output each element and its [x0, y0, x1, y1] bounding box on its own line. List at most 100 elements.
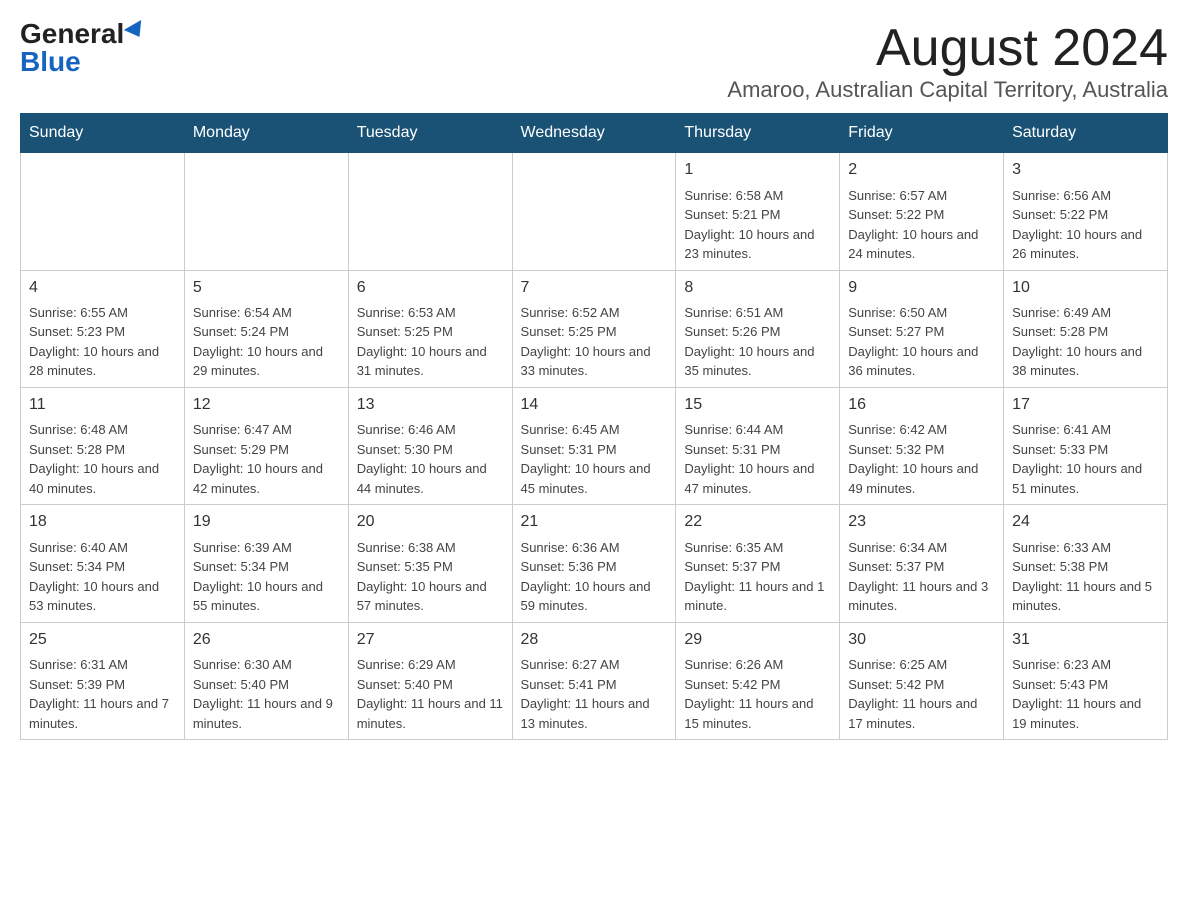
day-number: 17	[1012, 394, 1159, 416]
calendar-week-row: 25Sunrise: 6:31 AM Sunset: 5:39 PM Dayli…	[21, 622, 1168, 739]
logo-triangle-icon	[124, 20, 148, 42]
calendar-cell: 24 Sunrise: 6:33 AM Sunset: 5:38 PM Dayli…	[1004, 505, 1168, 622]
day-header-sunday: Sunday	[21, 114, 185, 153]
day-info: Sunrise: 6:25 AM Sunset: 5:42 PM Dayligh…	[848, 655, 995, 733]
day-number: 11	[29, 394, 176, 416]
calendar-cell: 20 Sunrise: 6:38 AM Sunset: 5:35 PM Dayli…	[348, 505, 512, 622]
page-header: General Blue August 2024 Amaroo, Austral…	[20, 20, 1168, 103]
day-number: 23	[848, 511, 995, 533]
day-number: 30	[848, 629, 995, 651]
day-info: Sunrise: 6:40 AM Sunset: 5:34 PM Dayligh…	[29, 538, 176, 616]
day-number: 16	[848, 394, 995, 416]
day-number: 27	[357, 629, 504, 651]
day-info: Sunrise: 6:54 AM Sunset: 5:24 PM Dayligh…	[193, 303, 340, 381]
day-header-tuesday: Tuesday	[348, 114, 512, 153]
day-number: 18	[29, 511, 176, 533]
month-title: August 2024	[727, 20, 1168, 77]
calendar-week-row: 18 Sunrise: 6:40 AM Sunset: 5:34 PM Dayli…	[21, 505, 1168, 622]
day-info: Sunrise: 6:39 AM Sunset: 5:34 PM Dayligh…	[193, 538, 340, 616]
calendar-week-row: 1 Sunrise: 6:58 AM Sunset: 5:21 PM Daylig…	[21, 153, 1168, 270]
day-info: Sunrise: 6:46 AM Sunset: 5:30 PM Dayligh…	[357, 420, 504, 498]
day-info: Sunrise: 6:26 AM Sunset: 5:42 PM Dayligh…	[684, 655, 831, 733]
day-number: 31	[1012, 629, 1159, 651]
day-number: 24	[1012, 511, 1159, 533]
day-info: Sunrise: 6:44 AM Sunset: 5:31 PM Dayligh…	[684, 420, 831, 498]
calendar-cell: 27 Sunrise: 6:29 AM Sunset: 5:40 PM Dayli…	[348, 622, 512, 739]
calendar-cell: 9 Sunrise: 6:50 AM Sunset: 5:27 PM Daylig…	[840, 270, 1004, 387]
calendar-cell: 28 Sunrise: 6:27 AM Sunset: 5:41 PM Dayli…	[512, 622, 676, 739]
day-number: 12	[193, 394, 340, 416]
day-info: Sunrise: 6:27 AM Sunset: 5:41 PM Dayligh…	[521, 655, 668, 733]
calendar-cell: 14 Sunrise: 6:45 AM Sunset: 5:31 PM Dayli…	[512, 387, 676, 504]
day-number: 21	[521, 511, 668, 533]
calendar-cell: 5 Sunrise: 6:54 AM Sunset: 5:24 PM Daylig…	[184, 270, 348, 387]
calendar-week-row: 4Sunrise: 6:55 AM Sunset: 5:23 PM Daylig…	[21, 270, 1168, 387]
calendar-cell: 11 Sunrise: 6:48 AM Sunset: 5:28 PM Dayli…	[21, 387, 185, 504]
logo: General Blue	[20, 20, 146, 76]
day-info: Sunrise: 6:33 AM Sunset: 5:38 PM Dayligh…	[1012, 538, 1159, 616]
calendar-cell: 8 Sunrise: 6:51 AM Sunset: 5:26 PM Daylig…	[676, 270, 840, 387]
day-header-thursday: Thursday	[676, 114, 840, 153]
day-number: 8	[684, 277, 831, 299]
day-info: Sunrise: 6:50 AM Sunset: 5:27 PM Dayligh…	[848, 303, 995, 381]
day-number: 28	[521, 629, 668, 651]
calendar-cell: 25Sunrise: 6:31 AM Sunset: 5:39 PM Dayli…	[21, 622, 185, 739]
day-number: 10	[1012, 277, 1159, 299]
day-header-wednesday: Wednesday	[512, 114, 676, 153]
day-info: Sunrise: 6:51 AM Sunset: 5:26 PM Dayligh…	[684, 303, 831, 381]
day-number: 29	[684, 629, 831, 651]
day-info: Sunrise: 6:30 AM Sunset: 5:40 PM Dayligh…	[193, 655, 340, 733]
day-info: Sunrise: 6:35 AM Sunset: 5:37 PM Dayligh…	[684, 538, 831, 616]
day-header-friday: Friday	[840, 114, 1004, 153]
title-section: August 2024 Amaroo, Australian Capital T…	[727, 20, 1168, 103]
calendar-cell	[184, 153, 348, 270]
day-number: 13	[357, 394, 504, 416]
day-info: Sunrise: 6:45 AM Sunset: 5:31 PM Dayligh…	[521, 420, 668, 498]
calendar-cell: 29 Sunrise: 6:26 AM Sunset: 5:42 PM Dayli…	[676, 622, 840, 739]
day-number: 3	[1012, 159, 1159, 181]
calendar-cell: 1 Sunrise: 6:58 AM Sunset: 5:21 PM Daylig…	[676, 153, 840, 270]
day-number: 19	[193, 511, 340, 533]
day-number: 2	[848, 159, 995, 181]
calendar-cell: 13 Sunrise: 6:46 AM Sunset: 5:30 PM Dayli…	[348, 387, 512, 504]
day-number: 20	[357, 511, 504, 533]
day-number: 1	[684, 159, 831, 181]
day-number: 6	[357, 277, 504, 299]
calendar-cell: 18 Sunrise: 6:40 AM Sunset: 5:34 PM Dayli…	[21, 505, 185, 622]
logo-general-text: General	[20, 20, 124, 48]
day-number: 25	[29, 629, 176, 651]
day-info: Sunrise: 6:48 AM Sunset: 5:28 PM Dayligh…	[29, 420, 176, 498]
day-info: Sunrise: 6:56 AM Sunset: 5:22 PM Dayligh…	[1012, 186, 1159, 264]
day-info: Sunrise: 6:23 AM Sunset: 5:43 PM Dayligh…	[1012, 655, 1159, 733]
calendar-cell: 31 Sunrise: 6:23 AM Sunset: 5:43 PM Dayli…	[1004, 622, 1168, 739]
day-info: Sunrise: 6:49 AM Sunset: 5:28 PM Dayligh…	[1012, 303, 1159, 381]
calendar-cell: 6Sunrise: 6:53 AM Sunset: 5:25 PM Daylig…	[348, 270, 512, 387]
day-info: Sunrise: 6:58 AM Sunset: 5:21 PM Dayligh…	[684, 186, 831, 264]
calendar-week-row: 11 Sunrise: 6:48 AM Sunset: 5:28 PM Dayli…	[21, 387, 1168, 504]
calendar-cell: 7Sunrise: 6:52 AM Sunset: 5:25 PM Daylig…	[512, 270, 676, 387]
day-info: Sunrise: 6:38 AM Sunset: 5:35 PM Dayligh…	[357, 538, 504, 616]
day-number: 5	[193, 277, 340, 299]
day-number: 14	[521, 394, 668, 416]
calendar-cell: 26Sunrise: 6:30 AM Sunset: 5:40 PM Dayli…	[184, 622, 348, 739]
calendar-cell: 12 Sunrise: 6:47 AM Sunset: 5:29 PM Dayli…	[184, 387, 348, 504]
calendar-cell: 17 Sunrise: 6:41 AM Sunset: 5:33 PM Dayli…	[1004, 387, 1168, 504]
day-info: Sunrise: 6:47 AM Sunset: 5:29 PM Dayligh…	[193, 420, 340, 498]
day-info: Sunrise: 6:36 AM Sunset: 5:36 PM Dayligh…	[521, 538, 668, 616]
calendar-cell	[512, 153, 676, 270]
calendar-cell: 15 Sunrise: 6:44 AM Sunset: 5:31 PM Dayli…	[676, 387, 840, 504]
calendar-cell	[21, 153, 185, 270]
day-header-monday: Monday	[184, 114, 348, 153]
day-info: Sunrise: 6:42 AM Sunset: 5:32 PM Dayligh…	[848, 420, 995, 498]
day-info: Sunrise: 6:41 AM Sunset: 5:33 PM Dayligh…	[1012, 420, 1159, 498]
day-number: 15	[684, 394, 831, 416]
calendar-cell: 16 Sunrise: 6:42 AM Sunset: 5:32 PM Dayli…	[840, 387, 1004, 504]
calendar-header-row: SundayMondayTuesdayWednesdayThursdayFrid…	[21, 114, 1168, 153]
calendar-table: SundayMondayTuesdayWednesdayThursdayFrid…	[20, 113, 1168, 740]
location-text: Amaroo, Australian Capital Territory, Au…	[727, 77, 1168, 103]
day-info: Sunrise: 6:52 AM Sunset: 5:25 PM Dayligh…	[521, 303, 668, 381]
day-info: Sunrise: 6:57 AM Sunset: 5:22 PM Dayligh…	[848, 186, 995, 264]
day-info: Sunrise: 6:29 AM Sunset: 5:40 PM Dayligh…	[357, 655, 504, 733]
calendar-cell: 19 Sunrise: 6:39 AM Sunset: 5:34 PM Dayli…	[184, 505, 348, 622]
day-number: 9	[848, 277, 995, 299]
